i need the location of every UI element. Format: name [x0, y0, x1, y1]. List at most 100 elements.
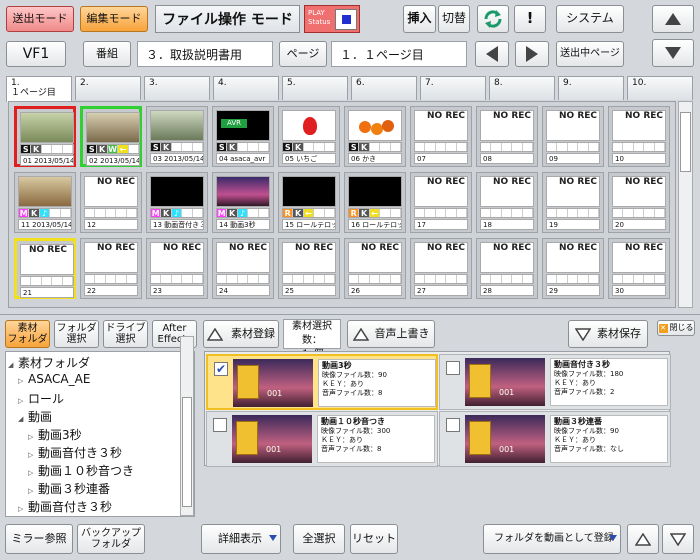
material-save-button[interactable]: 素材保存 — [568, 320, 648, 348]
material-checkbox[interactable] — [446, 361, 460, 375]
clip-cell[interactable]: M K ♪ 14 動画3秒 — [212, 172, 274, 233]
voice-overwrite-button[interactable]: 音声上書き — [347, 320, 435, 348]
next-page-button[interactable] — [515, 41, 549, 67]
material-item[interactable]: 001 動画１０秒音つき 映像ファイル数：300 ＫＥＹ：あり 音声ファイル数：… — [206, 411, 438, 467]
clip-cell[interactable]: AVR S K 04 asaca_avr — [212, 106, 274, 167]
material-item[interactable]: 001 動画３秒連番 映像ファイル数：90 ＫＥＹ：あり 音声ファイル数：なし — [439, 411, 671, 467]
clip-cell[interactable]: RK←15 ロールテロップ — [278, 172, 340, 233]
page-tab-10[interactable]: 10. — [627, 76, 693, 100]
tree-expander-icon[interactable]: ▷ — [28, 487, 38, 495]
clip-cell[interactable]: M K ♪ 13 動画音付き３ — [146, 172, 208, 233]
clip-cell[interactable]: NO REC 12 — [80, 172, 142, 233]
tree-item[interactable]: ▷ 動画３秒連番 — [28, 480, 110, 497]
drive-select-tab[interactable]: ドライブ 選択 — [103, 320, 148, 348]
material-register-button[interactable]: 素材登録 — [203, 320, 279, 348]
tree-item[interactable]: ▷ 動画音付き３秒 — [18, 498, 112, 515]
tree-item[interactable]: ▷ 動画１０秒音つき — [28, 462, 134, 479]
page-tab-6[interactable]: 6. — [351, 76, 417, 100]
clip-cell[interactable]: S K 03 2013/05/14 — [146, 106, 208, 167]
alert-button[interactable]: ! — [514, 5, 546, 33]
tree-item[interactable]: ▷ ASACA_AE — [18, 372, 90, 386]
tree-scrollbar-thumb[interactable] — [182, 397, 192, 507]
insert-button[interactable]: 挿入 — [403, 5, 436, 33]
material-checkbox[interactable] — [446, 418, 460, 432]
material-down-button[interactable] — [662, 524, 694, 554]
clip-cell[interactable]: NO REC 24 — [212, 238, 274, 299]
page-tab-5[interactable]: 5. — [282, 76, 348, 100]
program-field[interactable]: ３．取扱説明書用 — [137, 41, 273, 67]
scroll-up-button[interactable] — [652, 5, 694, 33]
tree-expander-icon[interactable]: ◢ — [8, 361, 18, 369]
view-mode-select[interactable]: 詳細表示 — [201, 524, 281, 554]
clip-cell[interactable]: NO REC 27 — [410, 238, 472, 299]
clip-cell[interactable]: NO REC 20 — [608, 172, 670, 233]
grid-scrollbar[interactable] — [678, 101, 693, 308]
close-button[interactable]: ✕ 閉じる — [657, 320, 695, 336]
page-tab-2[interactable]: 2. — [75, 76, 141, 100]
material-checkbox[interactable]: ✔ — [214, 362, 228, 376]
system-button[interactable]: システム — [556, 5, 624, 33]
clip-cell[interactable]: NO REC 28 — [476, 238, 538, 299]
send-mode-button[interactable]: 送出モード — [6, 6, 74, 32]
tree-expander-icon[interactable]: ▷ — [18, 505, 28, 513]
clip-cell[interactable]: NO REC 29 — [542, 238, 604, 299]
page-tab-1[interactable]: 1. １ページ目 — [6, 76, 72, 102]
clip-cell[interactable]: NO REC 22 — [80, 238, 142, 299]
tree-expander-icon[interactable]: ▷ — [28, 451, 38, 459]
material-checkbox[interactable] — [213, 418, 227, 432]
tree-expander-icon[interactable]: ▷ — [28, 433, 38, 441]
tree-expander-icon[interactable]: ▷ — [18, 397, 28, 405]
tree-expander-icon[interactable]: ◢ — [18, 415, 28, 423]
page-tab-7[interactable]: 7. — [420, 76, 486, 100]
clip-cell[interactable]: RK←16 ロールテロップ — [344, 172, 406, 233]
clip-cell[interactable]: S K 05 いちご — [278, 106, 340, 167]
material-item[interactable]: 001 動画音付き３秒 映像ファイル数：180 ＫＥＹ：あり 音声ファイル数：2 — [439, 354, 671, 410]
material-up-button[interactable] — [627, 524, 659, 554]
page-field[interactable]: １．１ページ目 — [331, 41, 467, 67]
page-button[interactable]: ページ — [279, 41, 327, 67]
clip-cell[interactable]: NO REC 18 — [476, 172, 538, 233]
clip-cell[interactable]: M K ♪ 11 2013/05/14 — [14, 172, 76, 233]
reset-button[interactable]: リセット — [350, 524, 398, 554]
scroll-down-button[interactable] — [652, 39, 694, 67]
tree-item[interactable]: ◢ 動画 — [18, 408, 52, 425]
tree-item[interactable]: ▷ 動画音付き３秒 — [28, 444, 122, 461]
refresh-button[interactable] — [477, 5, 509, 33]
clip-cell[interactable]: NO REC 19 — [542, 172, 604, 233]
prev-page-button[interactable] — [475, 41, 509, 67]
folder-select-tab[interactable]: フォルダ 選択 — [54, 320, 99, 348]
edit-mode-button[interactable]: 編集モード — [80, 6, 148, 32]
clip-cell[interactable]: NO REC 30 — [608, 238, 670, 299]
clip-cell[interactable]: S K 01 2013/05/14 — [14, 106, 76, 167]
clip-cell[interactable]: NO REC 23 — [146, 238, 208, 299]
clip-cell[interactable]: NO REC 10 — [608, 106, 670, 167]
clip-cell[interactable]: S K W ← 02 2013/05/14 — [80, 106, 142, 167]
material-item[interactable]: ✔ 001 動画3秒 映像ファイル数：90 ＫＥＹ：あり 音声ファイル数：8 — [206, 354, 438, 410]
tree-expander-icon[interactable]: ▷ — [18, 377, 28, 385]
switch-button[interactable]: 切替 — [438, 5, 470, 33]
clip-cell[interactable]: NO REC 26 — [344, 238, 406, 299]
mirror-view-button[interactable]: ミラー参照 — [5, 524, 73, 554]
tree-item[interactable]: ◢ 素材フォルダ — [8, 354, 90, 371]
material-folder-tab[interactable]: 素材 フォルダ — [5, 320, 50, 348]
clip-cell[interactable]: NO REC 08 — [476, 106, 538, 167]
backup-folder-button[interactable]: バックアップ フォルダ — [77, 524, 145, 554]
clip-cell[interactable]: NO REC 07 — [410, 106, 472, 167]
tree-item[interactable]: ▷ ロール — [18, 390, 64, 407]
page-tab-3[interactable]: 3. — [144, 76, 210, 100]
clip-cell[interactable]: NO REC 17 — [410, 172, 472, 233]
tree-item[interactable]: ▷ 動画3秒 — [28, 426, 82, 443]
tree-scrollbar[interactable] — [180, 336, 194, 516]
clip-cell[interactable]: NO REC 25 — [278, 238, 340, 299]
vf-button[interactable]: VF1 — [6, 41, 66, 67]
page-tab-8[interactable]: 8. — [489, 76, 555, 100]
select-all-button[interactable]: 全選択 — [293, 524, 345, 554]
page-tab-4[interactable]: 4. — [213, 76, 279, 100]
tree-expander-icon[interactable]: ▷ — [28, 469, 38, 477]
clip-cell[interactable]: S K 06 かき — [344, 106, 406, 167]
register-mode-select[interactable]: フォルダを動画として登録 — [483, 524, 621, 554]
grid-scrollbar-thumb[interactable] — [680, 112, 691, 172]
clip-cell[interactable]: NO REC 21 — [14, 238, 76, 299]
program-button[interactable]: 番組 — [83, 41, 131, 67]
clip-cell[interactable]: NO REC 09 — [542, 106, 604, 167]
